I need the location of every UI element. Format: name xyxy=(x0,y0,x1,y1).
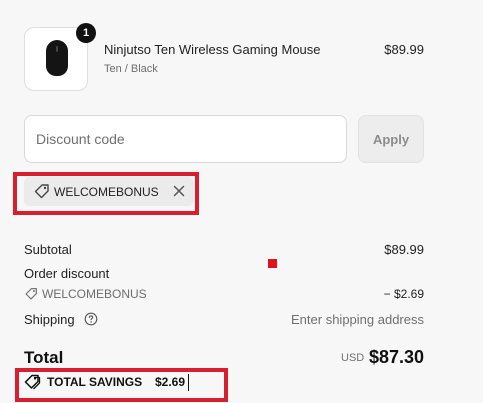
mouse-icon xyxy=(46,40,68,76)
apply-button[interactable]: Apply xyxy=(358,115,424,163)
total-savings-value: $2.69 xyxy=(155,375,186,389)
currency-code: USD xyxy=(341,352,365,364)
tag-icon xyxy=(25,288,37,300)
tag-icon xyxy=(34,184,49,199)
applied-discount-tag: WELCOMEBONUS xyxy=(24,177,194,206)
applied-discount-code: WELCOMEBONUS xyxy=(54,185,159,199)
shipping-value: Enter shipping address xyxy=(291,312,424,327)
subtotal-label: Subtotal xyxy=(24,242,72,257)
help-icon[interactable] xyxy=(84,312,98,326)
shipping-label: Shipping xyxy=(24,312,75,327)
close-icon[interactable] xyxy=(170,182,188,200)
discount-value: − $2.69 xyxy=(383,287,424,301)
total-label: Total xyxy=(24,348,64,367)
quantity-badge: 1 xyxy=(76,23,96,43)
product-name: Ninjutso Ten Wireless Gaming Mouse xyxy=(104,42,321,57)
discount-code-name: WELCOMEBONUS xyxy=(42,287,147,301)
total-value: $87.30 xyxy=(368,347,424,367)
subtotal-value: $89.99 xyxy=(384,242,424,257)
total-savings-label: TOTAL SAVINGS xyxy=(47,375,143,389)
discount-code-input[interactable] xyxy=(24,115,347,163)
order-discount-label: Order discount xyxy=(24,266,110,281)
mouse-scroll-wheel xyxy=(56,46,58,52)
product-line-item: 1 Ninjutso Ten Wireless Gaming Mouse Ten… xyxy=(24,23,424,93)
product-price: $89.99 xyxy=(384,42,424,57)
savings-tag-icon xyxy=(24,374,41,390)
product-variant: Ten / Black xyxy=(104,63,158,75)
red-marker xyxy=(268,259,277,268)
text-cursor xyxy=(188,374,189,391)
